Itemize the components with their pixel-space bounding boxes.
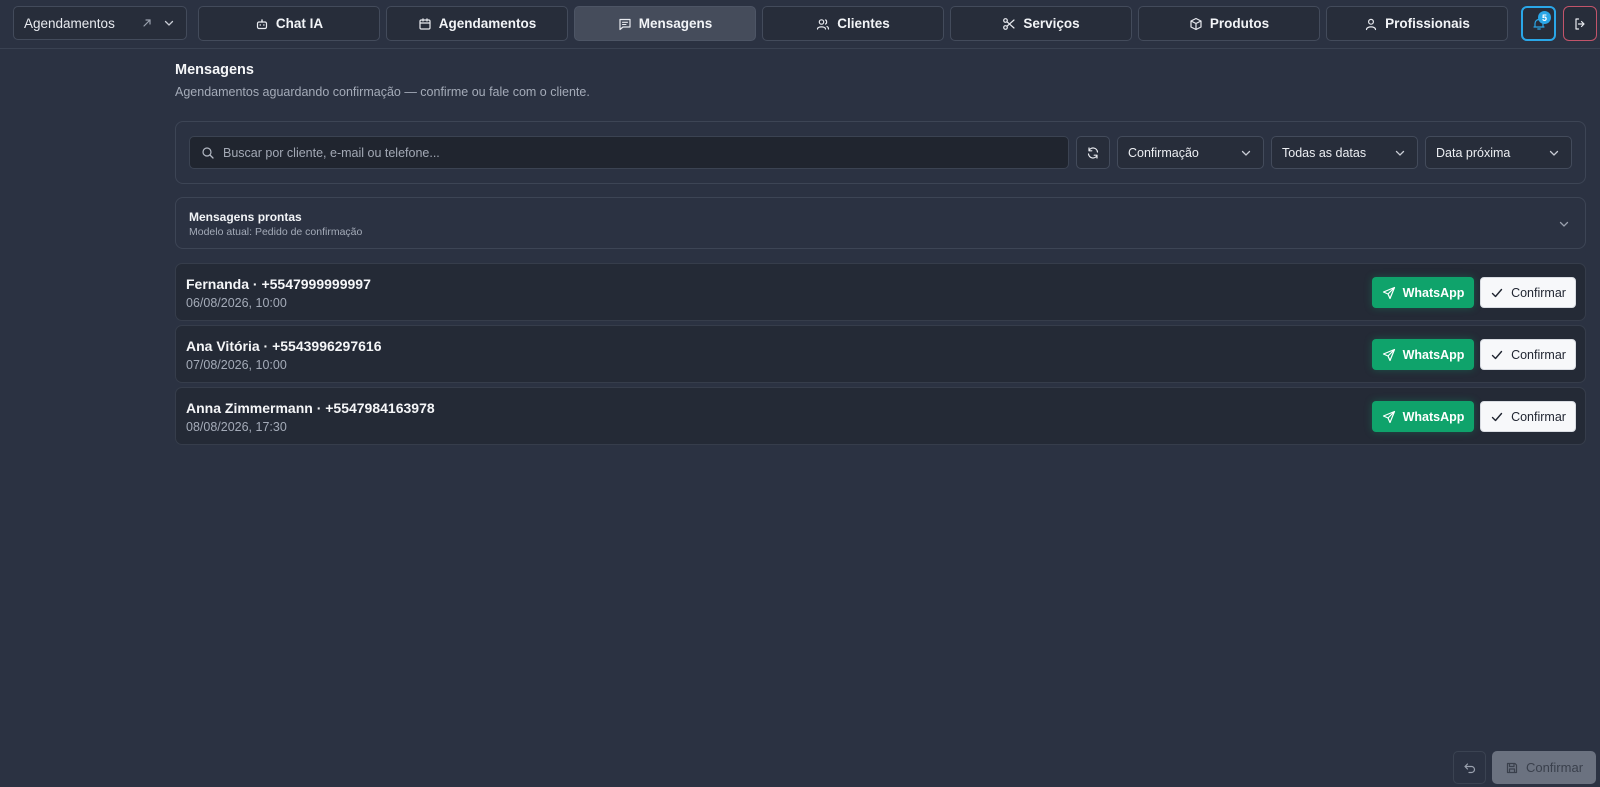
page-subtitle: Agendamentos aguardando confirmação — co… — [175, 85, 590, 99]
confirm-button-label: Confirmar — [1511, 285, 1566, 300]
log-out-icon — [1575, 17, 1585, 30]
nav-mensagens-label: Mensagens — [638, 16, 713, 31]
nav-agendamentos-label: Agendamentos — [438, 16, 537, 31]
client-name-phone: Anna Zimmermann · +5547984163978 — [186, 400, 435, 416]
appointment-datetime: 08/08/2026, 17:30 — [186, 420, 287, 434]
client-name-phone: Fernanda · +5547999999997 — [186, 276, 371, 292]
client-name-phone: Ana Vitória · +5543996297616 — [186, 338, 382, 354]
nav-chat-ia[interactable]: Chat IA — [198, 6, 380, 41]
nav-profissionais-label: Profissionais — [1385, 16, 1470, 31]
ready-messages-title: Mensagens prontas — [189, 210, 302, 224]
status-filter-value: Confirmação — [1128, 145, 1199, 160]
bot-icon — [256, 18, 267, 29]
users-icon — [817, 18, 830, 30]
page-title: Mensagens — [175, 62, 254, 78]
save-icon — [1506, 762, 1518, 773]
date-range-value: Todas as datas — [1282, 145, 1367, 160]
nav-profissionais[interactable]: Profissionais — [1326, 6, 1508, 41]
send-icon — [1382, 348, 1395, 361]
appointment-card: Ana Vitória · +5543996297616 07/08/2026,… — [175, 325, 1586, 383]
check-icon — [1491, 288, 1503, 297]
box-icon — [1190, 17, 1202, 30]
nav-servicos[interactable]: Serviços — [950, 6, 1132, 41]
nav-clientes[interactable]: Clientes — [762, 6, 944, 41]
confirm-button-label: Confirmar — [1511, 347, 1566, 362]
send-icon — [1382, 410, 1395, 423]
chevron-down-icon — [1559, 221, 1569, 227]
search-icon — [202, 146, 214, 159]
whatsapp-button-label: WhatsApp — [1402, 347, 1465, 362]
context-select[interactable]: Agendamentos — [13, 6, 187, 40]
confirm-button[interactable]: Confirmar — [1480, 339, 1576, 370]
nav-servicos-label: Serviços — [1023, 16, 1080, 31]
nav-produtos-label: Produtos — [1209, 16, 1270, 31]
chevron-down-icon — [162, 16, 176, 30]
appointment-card: Fernanda · +5547999999997 06/08/2026, 10… — [175, 263, 1586, 321]
logout-button[interactable] — [1563, 6, 1597, 41]
whatsapp-button[interactable]: WhatsApp — [1372, 277, 1474, 308]
whatsapp-button[interactable]: WhatsApp — [1372, 339, 1474, 370]
nav-agendamentos[interactable]: Agendamentos — [386, 6, 568, 41]
top-navigation-bar: Agendamentos Chat IA Agendamentos Mensag… — [0, 0, 1600, 49]
refresh-button[interactable] — [1076, 136, 1110, 169]
chevron-down-icon — [1549, 150, 1559, 156]
send-icon — [1382, 286, 1395, 299]
check-icon — [1491, 350, 1503, 359]
context-select-label: Agendamentos — [24, 15, 115, 31]
appointment-card: Anna Zimmermann · +5547984163978 08/08/2… — [175, 387, 1586, 445]
message-square-icon — [619, 18, 631, 30]
sort-value: Data próxima — [1436, 145, 1511, 160]
search-input[interactable] — [223, 145, 1068, 160]
search-box[interactable] — [189, 136, 1069, 169]
current-template-label: Modelo atual: Pedido de confirmação — [189, 226, 363, 238]
user-icon — [1366, 18, 1377, 30]
nav-clientes-label: Clientes — [837, 16, 890, 31]
whatsapp-button[interactable]: WhatsApp — [1372, 401, 1474, 432]
sort-select[interactable]: Data próxima — [1425, 136, 1572, 169]
undo-button[interactable] — [1453, 751, 1486, 784]
date-range-select[interactable]: Todas as datas — [1271, 136, 1418, 169]
status-filter-select[interactable]: Confirmação — [1117, 136, 1264, 169]
save-confirm-button[interactable]: Confirmar — [1492, 751, 1596, 784]
whatsapp-button-label: WhatsApp — [1402, 285, 1465, 300]
appointment-datetime: 07/08/2026, 10:00 — [186, 358, 287, 372]
appointment-datetime: 06/08/2026, 10:00 — [186, 296, 287, 310]
nav-mensagens[interactable]: Mensagens — [574, 6, 756, 41]
ready-messages-accordion[interactable]: Mensagens prontas Modelo atual: Pedido d… — [175, 197, 1586, 249]
calendar-icon — [419, 17, 431, 30]
nav-produtos[interactable]: Produtos — [1138, 6, 1320, 41]
notification-count-badge: 5 — [1538, 11, 1551, 24]
save-confirm-label: Confirmar — [1525, 760, 1584, 775]
chevron-down-icon — [1395, 150, 1405, 156]
whatsapp-button-label: WhatsApp — [1402, 409, 1465, 424]
confirm-button[interactable]: Confirmar — [1480, 277, 1576, 308]
notifications-button[interactable]: 5 — [1521, 6, 1556, 41]
confirm-button[interactable]: Confirmar — [1480, 401, 1576, 432]
check-icon — [1491, 412, 1503, 421]
scissors-icon — [1003, 17, 1015, 30]
chevron-down-icon — [1241, 150, 1251, 156]
nav-chat-ia-label: Chat IA — [275, 16, 324, 31]
external-link-icon[interactable] — [140, 16, 154, 30]
confirm-button-label: Confirmar — [1511, 409, 1566, 424]
filter-panel: Confirmação Todas as datas Data próxima — [175, 121, 1586, 184]
refresh-icon — [1087, 146, 1099, 159]
undo-icon — [1463, 762, 1475, 773]
